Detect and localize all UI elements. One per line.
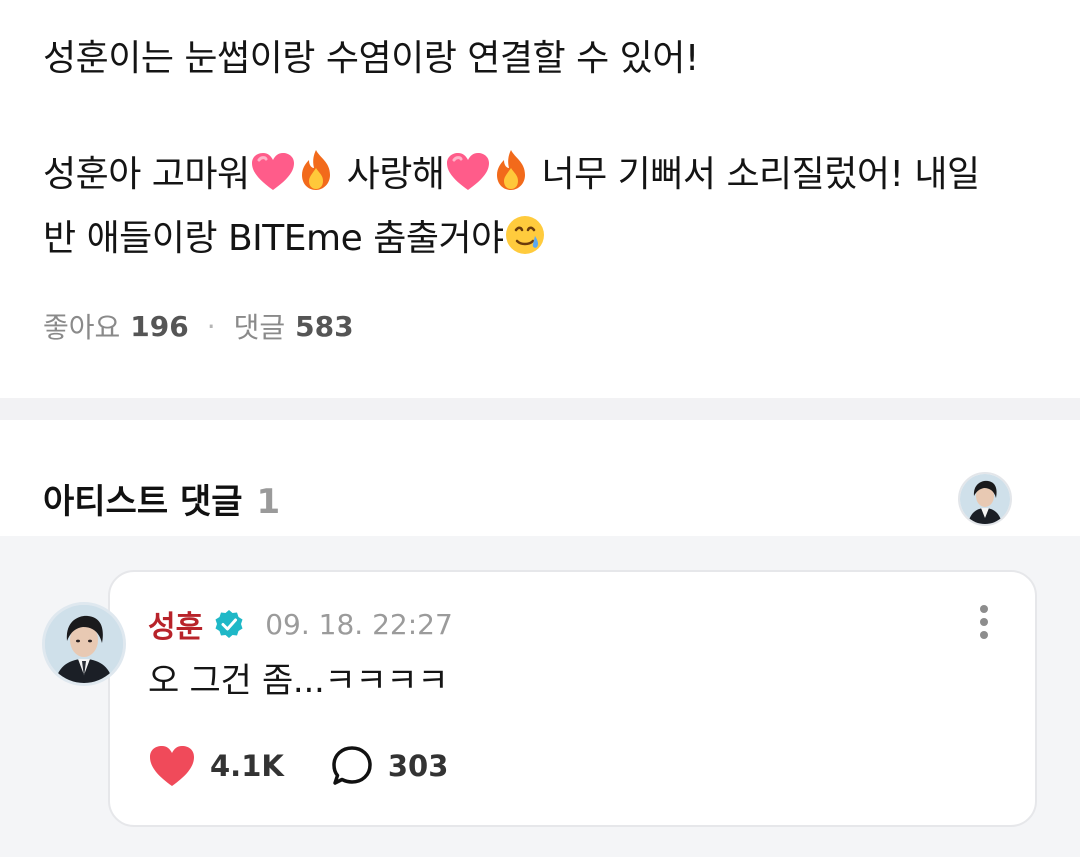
heart-emoji-icon — [250, 152, 296, 210]
artist-comments-header: 아티스트 댓글 1 — [43, 474, 280, 523]
post-text-excited: 너무 기뻐서 소리질렀어! 내일 — [541, 154, 980, 195]
post-line-1: 성훈이는 눈썹이랑 수염이랑 연결할 수 있어! — [43, 38, 699, 79]
reply-bubble-icon — [332, 746, 372, 785]
comment-meta: 성훈 09. 18. 22:27 — [148, 602, 453, 646]
likes-label: 좋아요 — [43, 311, 121, 344]
comments-label: 댓글 — [233, 311, 286, 344]
post-text-love: 사랑해 — [346, 154, 445, 195]
comment-timestamp: 09. 18. 22:27 — [265, 607, 453, 641]
verified-icon — [215, 610, 243, 638]
post-text-dance: 반 애들이랑 BITEme 춤출거야 — [43, 218, 504, 259]
artist-comments-count: 1 — [256, 482, 281, 522]
reply-count: 303 — [387, 749, 449, 783]
post-line-3: 반 애들이랑 BITEme 춤출거야 — [43, 210, 1043, 274]
comment-text: 오 그건 좀...ㅋㅋㅋㅋ — [148, 661, 449, 701]
artist-avatar[interactable] — [958, 472, 1012, 526]
stats-separator: · — [206, 309, 216, 343]
reply-button[interactable]: 303 — [330, 744, 449, 788]
artist-comments-title: 아티스트 댓글 — [43, 482, 243, 522]
heart-emoji-icon — [445, 152, 491, 210]
post-text-thanks: 성훈아 고마워 — [43, 154, 250, 195]
post-detail-page: 성훈이는 눈썹이랑 수염이랑 연결할 수 있어! 성훈아 고마워 사랑해 너무 … — [0, 0, 1080, 857]
fire-emoji-icon — [296, 148, 336, 210]
comments-count[interactable]: 583 — [295, 310, 353, 343]
comment-author-name[interactable]: 성훈 — [148, 602, 203, 646]
like-button[interactable]: 4.1K — [148, 744, 284, 788]
post-body: 성훈이는 눈썹이랑 수염이랑 연결할 수 있어! 성훈아 고마워 사랑해 너무 … — [43, 30, 1043, 274]
post-stats: 좋아요 196 · 댓글 583 — [43, 306, 354, 346]
fire-emoji-icon — [491, 148, 531, 210]
more-options-icon[interactable] — [970, 602, 998, 642]
section-divider — [0, 398, 1080, 420]
comment-actions: 4.1K 303 — [148, 744, 448, 788]
tear-smile-emoji-icon — [504, 214, 546, 274]
heart-icon — [150, 746, 194, 786]
like-count: 4.1K — [210, 749, 284, 783]
post-line-2: 성훈아 고마워 사랑해 너무 기뻐서 소리질렀어! 내일 — [43, 146, 1043, 210]
likes-count[interactable]: 196 — [130, 310, 188, 343]
comment-author-avatar[interactable] — [42, 602, 126, 686]
